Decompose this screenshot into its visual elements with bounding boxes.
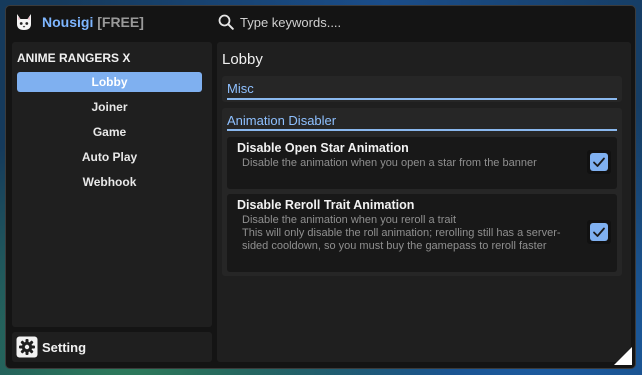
option-title: Disable Open Star Animation <box>237 141 409 155</box>
gear-icon <box>16 336 38 358</box>
app-title: Nousigi [FREE] <box>42 14 144 30</box>
page-title: Lobby <box>222 51 263 68</box>
section-divider <box>227 129 617 131</box>
cat-logo-icon <box>17 14 31 30</box>
search-input[interactable] <box>240 13 480 31</box>
section-animation-disabler: Animation Disabler Disable Open Star Ani… <box>222 108 622 276</box>
sidebar-item-auto-play[interactable]: Auto Play <box>17 147 202 167</box>
sidebar-item-joiner[interactable]: Joiner <box>17 97 202 117</box>
option-description: Disable the animation when you open a st… <box>242 157 537 169</box>
option-disable-open-star-animation[interactable]: Disable Open Star Animation Disable the … <box>227 137 617 189</box>
section-title: Misc <box>227 81 254 96</box>
option-description: Disable the animation when you reroll a … <box>242 214 561 252</box>
app-name: Nousigi <box>42 14 94 30</box>
section-divider <box>227 98 617 100</box>
reroll-trait-animation-checkbox[interactable] <box>587 220 611 244</box>
section-misc[interactable]: Misc <box>222 76 622 102</box>
main-panel: Lobby Misc Animation Disabler Disable Op… <box>217 42 631 362</box>
sidebar-heading: ANIME RANGERS X <box>17 51 131 65</box>
sidebar-item-lobby[interactable]: Lobby <box>17 72 202 92</box>
app-tag: [FREE] <box>97 14 144 30</box>
open-star-animation-checkbox[interactable] <box>587 150 611 174</box>
sidebar-item-game[interactable]: Game <box>17 122 202 142</box>
sidebar: ANIME RANGERS X Lobby Joiner Game Auto P… <box>12 42 212 327</box>
check-icon <box>593 227 605 237</box>
setting-label: Setting <box>42 340 87 355</box>
section-title: Animation Disabler <box>227 113 337 128</box>
setting-button[interactable]: Setting <box>12 332 212 362</box>
option-disable-reroll-trait-animation[interactable]: Disable Reroll Trait Animation Disable t… <box>227 194 617 272</box>
app-window: Nousigi [FREE] ANIME RANGERS X Lobby Joi… <box>5 5 636 369</box>
title-bar: Nousigi [FREE] <box>6 6 635 38</box>
check-icon <box>593 157 605 167</box>
option-title: Disable Reroll Trait Animation <box>237 198 415 212</box>
resize-grip-icon[interactable] <box>614 347 632 365</box>
sidebar-item-webhook[interactable]: Webhook <box>17 172 202 192</box>
search-icon <box>218 14 234 30</box>
